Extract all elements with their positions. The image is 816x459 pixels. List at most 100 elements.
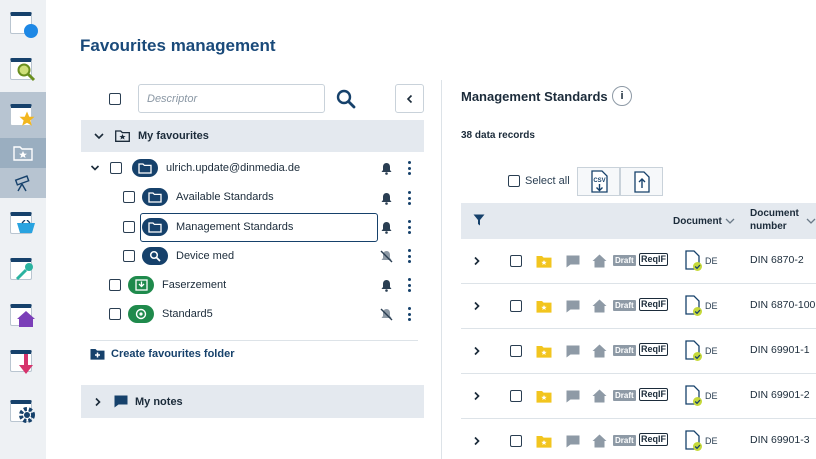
note-icon[interactable]	[566, 390, 580, 403]
tree-row-faserzement[interactable]: Faserzement	[109, 274, 226, 296]
home-icon[interactable]	[592, 299, 607, 313]
chevron-right-icon[interactable]	[473, 436, 481, 446]
document-verified-icon[interactable]	[685, 340, 703, 362]
column-header-document-number[interactable]: Document number	[750, 207, 799, 233]
folder-yellow-icon[interactable]	[536, 300, 552, 313]
tree-row-available-standards[interactable]: Available Standards	[123, 186, 274, 208]
document-number[interactable]: DIN 6870-2	[750, 254, 804, 266]
more-options-icon[interactable]	[407, 249, 411, 263]
home-icon[interactable]	[592, 389, 607, 403]
row-checkbox[interactable]	[510, 300, 522, 312]
document-verified-icon[interactable]	[685, 250, 703, 272]
export-csv-button[interactable]: CSV	[577, 167, 620, 196]
page-title: Favourites management	[80, 36, 276, 55]
info-icon[interactable]: i	[612, 86, 632, 106]
bell-off-icon[interactable]	[380, 250, 393, 263]
rail-settings-icon[interactable]	[0, 388, 46, 434]
collapse-panel-button[interactable]	[395, 84, 424, 113]
tree-row-standard5[interactable]: Standard5	[109, 303, 213, 325]
chevron-down-icon[interactable]	[725, 218, 735, 224]
tree-checkbox[interactable]	[109, 279, 121, 291]
chevron-right-icon[interactable]	[473, 256, 481, 266]
rail-basket-icon[interactable]	[0, 200, 46, 246]
tree-checkbox[interactable]	[109, 308, 121, 320]
table-row[interactable]: Draft ReqIF DE DIN 69901-2	[461, 374, 816, 419]
document-verified-icon[interactable]	[685, 295, 703, 317]
table-row[interactable]: Draft ReqIF DE DIN 69901-3	[461, 419, 816, 459]
document-number[interactable]: DIN 69901-2	[750, 389, 810, 401]
rail-telescope-icon[interactable]	[0, 168, 46, 198]
note-icon[interactable]	[566, 255, 580, 268]
bell-icon[interactable]	[380, 192, 393, 205]
document-verified-icon[interactable]	[685, 385, 703, 407]
search-icon[interactable]	[335, 88, 357, 110]
rail-download-icon[interactable]	[0, 338, 46, 384]
rail-favourites-icon[interactable]	[0, 92, 46, 138]
row-checkbox[interactable]	[510, 435, 522, 447]
row-checkbox[interactable]	[510, 345, 522, 357]
table-row[interactable]: Draft ReqIF DE DIN 6870-100	[461, 284, 816, 329]
bell-icon[interactable]	[380, 221, 393, 234]
home-icon[interactable]	[592, 434, 607, 448]
chevron-down-icon[interactable]	[806, 218, 816, 224]
my-notes-header[interactable]: My notes	[81, 385, 424, 418]
more-options-icon[interactable]	[407, 191, 411, 205]
rail-home-icon[interactable]	[0, 292, 46, 338]
panel-splitter[interactable]	[441, 80, 442, 459]
folder-yellow-icon[interactable]	[536, 435, 552, 448]
select-all-favourites-checkbox[interactable]	[109, 92, 121, 110]
chevron-right-icon[interactable]	[473, 391, 481, 401]
home-icon[interactable]	[592, 344, 607, 358]
tree-row-user[interactable]: ulrich.update@dinmedia.de	[90, 157, 300, 179]
reqif-badge[interactable]: ReqIF	[639, 298, 669, 311]
bell-icon[interactable]	[380, 162, 393, 175]
table-row[interactable]: Draft ReqIF DE DIN 69901-1	[461, 329, 816, 374]
document-number[interactable]: DIN 69901-1	[750, 344, 810, 356]
more-options-icon[interactable]	[407, 220, 411, 234]
filter-icon[interactable]	[473, 214, 485, 226]
rail-favourites-folder-icon[interactable]	[0, 138, 46, 168]
reqif-badge[interactable]: ReqIF	[639, 343, 669, 356]
tree-checkbox[interactable]	[110, 162, 122, 174]
tree-checkbox[interactable]	[123, 221, 135, 233]
document-verified-icon[interactable]	[685, 430, 703, 452]
reqif-badge[interactable]: ReqIF	[639, 433, 669, 446]
document-number[interactable]: DIN 6870-100	[750, 299, 815, 311]
chevron-right-icon[interactable]	[473, 301, 481, 311]
rail-dashboard-icon[interactable]	[0, 0, 46, 46]
my-favourites-header[interactable]: My favourites	[81, 120, 424, 152]
note-icon[interactable]	[566, 300, 580, 313]
upload-button[interactable]	[620, 167, 663, 196]
bell-off-icon[interactable]	[380, 308, 393, 321]
folder-yellow-icon[interactable]	[536, 345, 552, 358]
more-options-icon[interactable]	[407, 161, 411, 175]
row-checkbox[interactable]	[510, 255, 522, 267]
tree-row-management-standards[interactable]: Management Standards	[123, 216, 293, 238]
chevron-down-icon[interactable]	[90, 164, 100, 172]
reqif-badge[interactable]: ReqIF	[639, 253, 669, 266]
tree-row-device-med[interactable]: Device med	[123, 245, 234, 267]
document-number[interactable]: DIN 69901-3	[750, 434, 810, 446]
folder-yellow-icon[interactable]	[536, 255, 552, 268]
column-header-document[interactable]: Document	[673, 215, 722, 228]
chevron-right-icon[interactable]	[473, 346, 481, 356]
tree-checkbox[interactable]	[123, 250, 135, 262]
bell-icon[interactable]	[380, 279, 393, 292]
descriptor-search-input[interactable]	[138, 84, 325, 113]
rail-search-icon[interactable]	[0, 46, 46, 92]
more-options-icon[interactable]	[407, 307, 411, 321]
rail-key-icon[interactable]	[0, 246, 46, 292]
reqif-badge[interactable]: ReqIF	[639, 388, 669, 401]
folder-yellow-icon[interactable]	[536, 390, 552, 403]
create-favourites-folder-link[interactable]: Create favourites folder	[90, 348, 234, 360]
select-all-checkbox[interactable]	[508, 175, 520, 187]
home-icon[interactable]	[592, 254, 607, 268]
select-all-control[interactable]: Select all	[508, 175, 570, 187]
more-options-icon[interactable]	[407, 278, 411, 292]
note-icon[interactable]	[566, 435, 580, 448]
row-checkbox[interactable]	[510, 390, 522, 402]
note-icon[interactable]	[566, 345, 580, 358]
table-row[interactable]: Draft ReqIF DE DIN 6870-2	[461, 239, 816, 284]
language-code: DE	[705, 301, 718, 311]
tree-checkbox[interactable]	[123, 191, 135, 203]
